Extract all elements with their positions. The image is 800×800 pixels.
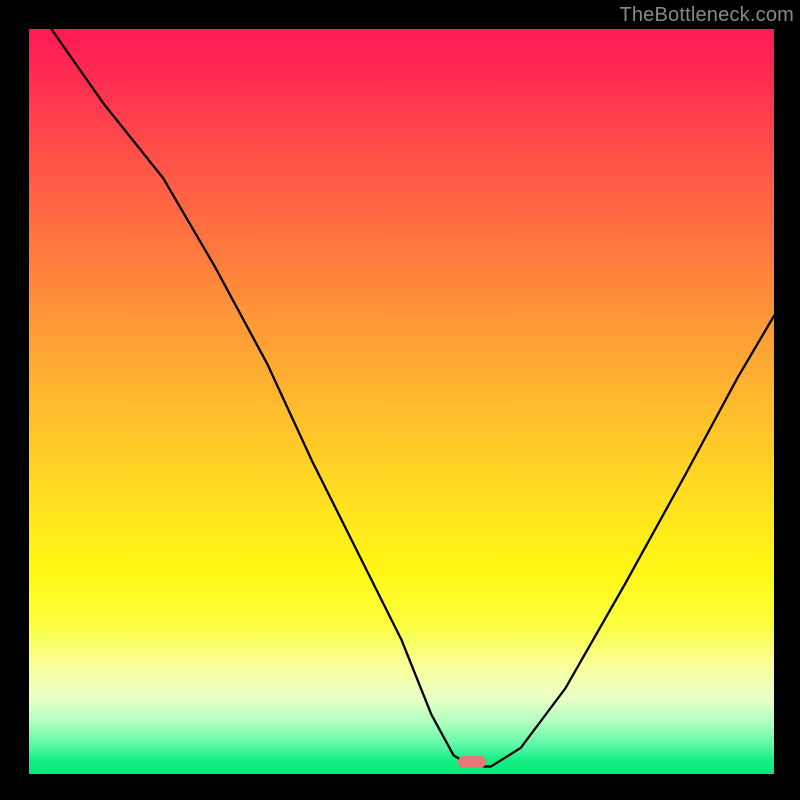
- chart-container: TheBottleneck.com: [0, 0, 800, 800]
- watermark-text: TheBottleneck.com: [619, 4, 794, 27]
- minimum-marker: [458, 756, 486, 768]
- gradient-background: [29, 29, 774, 774]
